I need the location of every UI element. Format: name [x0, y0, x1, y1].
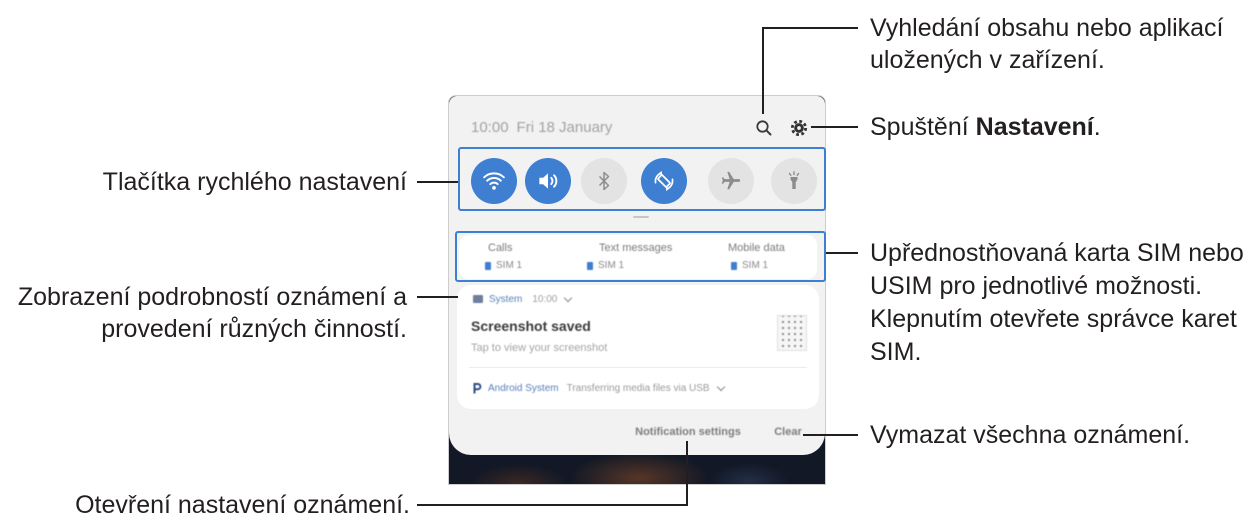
notification-settings-callout-line	[417, 441, 688, 506]
search-callout-line	[762, 27, 858, 114]
callout-lines	[417, 27, 858, 506]
